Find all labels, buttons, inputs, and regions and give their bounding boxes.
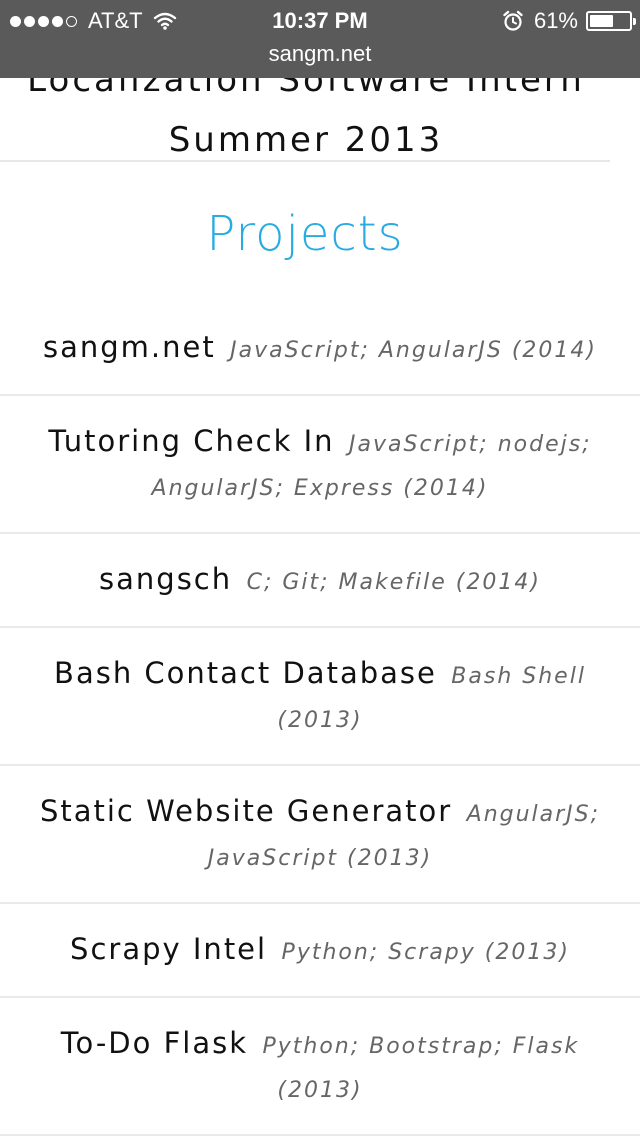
project-item[interactable]: Tutoring Check In JavaScript; nodejs; An… [0,396,640,534]
status-bar: AT&T 10:37 PM 61% sangm.net [0,0,640,78]
project-item[interactable]: Scrapy Intel Python; Scrapy (2013) [0,904,640,998]
project-name[interactable]: Static Website Generator [40,794,452,828]
project-tech: C; Git; Makefile (2014) [246,570,541,595]
projects-heading: Projects [206,206,404,262]
project-item[interactable]: Static Website Generator AngularJS; Java… [0,766,640,904]
project-name[interactable]: Tutoring Check In [48,424,334,458]
project-list: sangm.net JavaScript; AngularJS (2014) Tu… [0,296,640,1136]
project-item[interactable]: Bash Contact Database Bash Shell (2013) [0,628,640,766]
status-right: 61% [502,6,636,36]
project-tech: Python; Scrapy (2013) [281,940,570,965]
battery-icon [586,11,636,31]
header-title-line2: Summer 2013 [168,120,444,160]
battery-fill [590,15,614,27]
project-item[interactable]: To-Do Flask Python; Bootstrap; Flask (20… [0,998,640,1136]
battery-percent: 61% [533,8,578,33]
url-bar[interactable]: sangm.net [0,40,640,68]
alarm-icon [503,10,523,31]
project-name[interactable]: Scrapy Intel [70,932,267,966]
project-tech: JavaScript; AngularJS (2014) [230,338,597,363]
project-name[interactable]: Bash Contact Database [54,656,437,690]
project-name[interactable]: sangsch [99,562,232,596]
project-name[interactable]: To-Do Flask [61,1026,248,1060]
project-item[interactable]: sangm.net JavaScript; AngularJS (2014) [0,296,640,396]
project-name[interactable]: sangm.net [43,330,216,364]
project-item[interactable]: sangsch C; Git; Makefile (2014) [0,534,640,628]
project-tech: Python; Bootstrap; Flask (2013) [262,1034,580,1103]
